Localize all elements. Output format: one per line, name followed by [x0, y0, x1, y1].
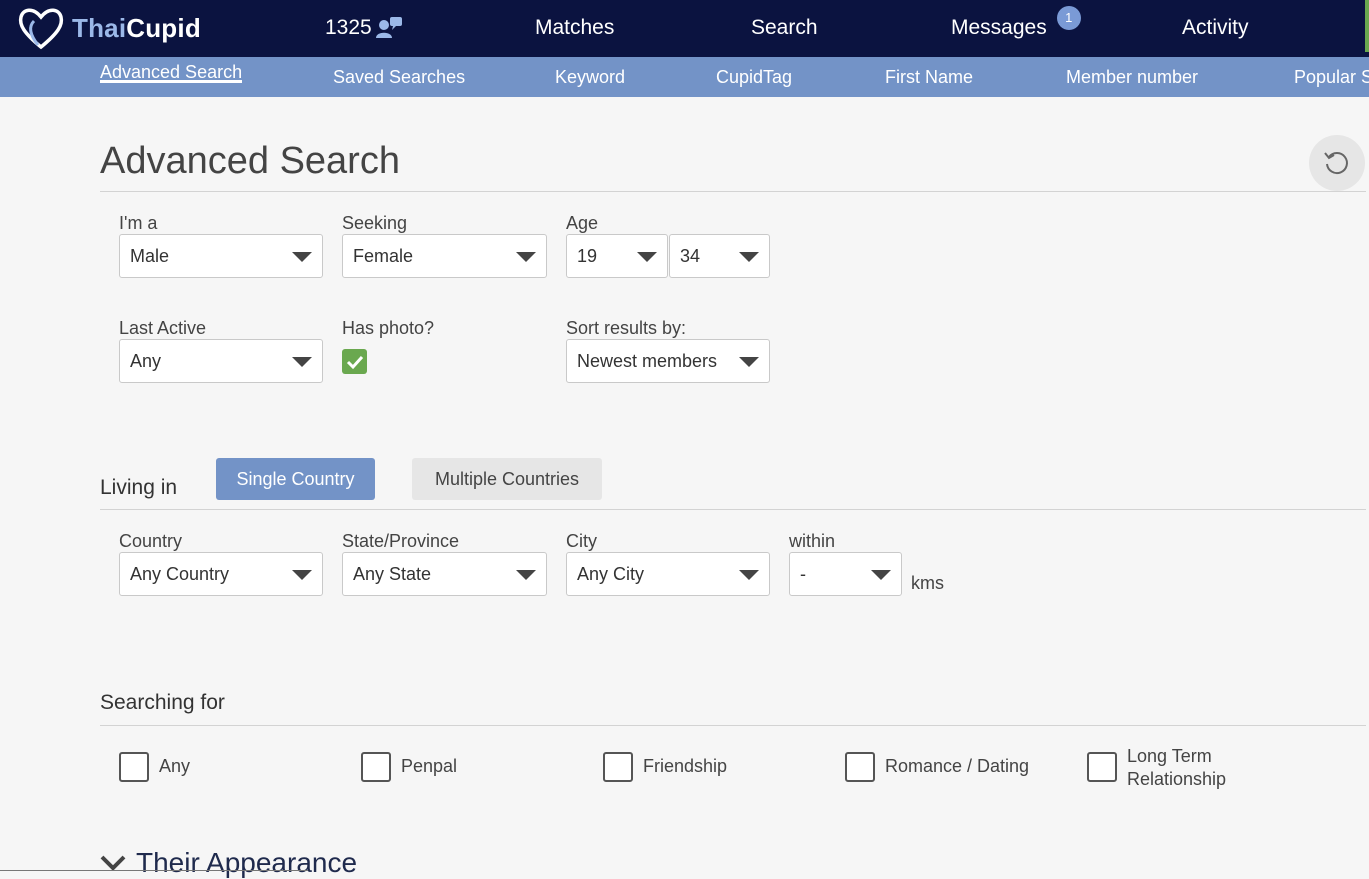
has-photo-label: Has photo? [342, 318, 435, 338]
appearance-section-toggle[interactable]: Their Appearance [100, 847, 357, 879]
option-romance-dating[interactable]: Romance / Dating [845, 752, 1029, 782]
state-select[interactable]: Any State [342, 552, 547, 596]
city-value: Any City [577, 564, 645, 584]
age-max-select[interactable]: 34 [669, 234, 770, 278]
nav-matches[interactable]: Matches [535, 14, 614, 42]
long-term-line2: Relationship [1127, 769, 1227, 789]
age-min-value: 19 [577, 246, 598, 266]
sub-navigation: Advanced Search Saved Searches Keyword C… [0, 57, 1369, 97]
nav-messages[interactable]: Messages 1 [951, 6, 1081, 42]
tab-cupidtag[interactable]: CupidTag [716, 66, 792, 88]
distance-unit: kms [911, 573, 944, 593]
caret-down-icon [516, 252, 536, 262]
state-value: Any State [353, 564, 432, 584]
age-min-select[interactable]: 19 [566, 234, 668, 278]
tab-saved-searches[interactable]: Saved Searches [333, 66, 465, 88]
caret-down-icon [739, 252, 759, 262]
caret-down-icon [739, 570, 759, 580]
sort-select[interactable]: Newest members [566, 339, 770, 383]
nav-search[interactable]: Search [751, 14, 818, 42]
seeking-value: Female [353, 246, 414, 266]
any-label: Any [159, 756, 191, 776]
has-photo-checkbox[interactable] [342, 349, 367, 374]
option-any[interactable]: Any [119, 752, 190, 782]
romance-dating-label: Romance / Dating [885, 756, 1030, 776]
tab-member-number[interactable]: Member number [1066, 66, 1198, 88]
caret-down-icon [637, 252, 657, 262]
tab-advanced-search[interactable]: Advanced Search [100, 61, 243, 83]
nav-online-count[interactable]: 1325 [325, 14, 403, 42]
nav-activity[interactable]: Activity [1182, 14, 1249, 42]
reset-icon [1324, 152, 1348, 175]
caret-down-icon [292, 570, 312, 580]
option-long-term-relationship[interactable]: Long Term Relationship [1087, 746, 1226, 791]
seeking-select[interactable]: Female [342, 234, 547, 278]
online-count: 1325 [325, 16, 372, 39]
penpal-label: Penpal [401, 756, 458, 776]
romance-dating-checkbox[interactable] [845, 752, 875, 782]
long-term-checkbox[interactable] [1087, 752, 1117, 782]
heart-logo-icon [18, 8, 64, 50]
living-divider [100, 509, 1366, 510]
multiple-countries-button[interactable]: Multiple Countries [412, 458, 602, 500]
im-a-select[interactable]: Male [119, 234, 323, 278]
caret-down-icon [739, 357, 759, 367]
country-value: Any Country [130, 564, 230, 584]
page-title: Advanced Search [100, 140, 400, 182]
green-edge [1365, 0, 1369, 52]
country-label: Country [119, 531, 183, 551]
option-penpal[interactable]: Penpal [361, 752, 457, 782]
tab-first-name[interactable]: First Name [885, 66, 973, 88]
seeking-label: Seeking [342, 213, 408, 233]
city-select[interactable]: Any City [566, 552, 770, 596]
logo[interactable]: ThaiCupid [16, 4, 201, 52]
age-label: Age [566, 213, 599, 233]
sort-label: Sort results by: [566, 318, 687, 338]
reset-button[interactable] [1309, 135, 1365, 191]
age-max-value: 34 [680, 246, 701, 266]
within-select[interactable]: - [789, 552, 902, 596]
checkmark-icon [346, 355, 363, 369]
within-label: within [789, 531, 836, 551]
state-label: State/Province [342, 531, 460, 551]
city-label: City [566, 531, 597, 551]
caret-down-icon [292, 357, 312, 367]
users-online-icon [375, 17, 402, 38]
searching-for-label: Searching for [100, 691, 225, 714]
within-value: - [800, 564, 806, 584]
any-checkbox[interactable] [119, 752, 149, 782]
nav-messages-label: Messages [951, 16, 1047, 39]
living-in-label: Living in [100, 476, 178, 499]
last-active-value: Any [130, 351, 162, 371]
penpal-checkbox[interactable] [361, 752, 391, 782]
option-friendship[interactable]: Friendship [603, 752, 727, 782]
long-term-line1: Long Term [1127, 746, 1212, 766]
bottom-line [0, 870, 308, 871]
friendship-label: Friendship [643, 756, 728, 776]
appearance-title: Their Appearance [136, 847, 358, 878]
logo-text: ThaiCupid [72, 12, 201, 43]
im-a-value: Male [130, 246, 170, 266]
last-active-select[interactable]: Any [119, 339, 323, 383]
title-divider [100, 191, 1366, 192]
friendship-checkbox[interactable] [603, 752, 633, 782]
sort-value: Newest members [577, 351, 718, 371]
last-active-label: Last Active [119, 318, 207, 338]
long-term-label: Long Term Relationship [1127, 745, 1226, 791]
country-select[interactable]: Any Country [119, 552, 323, 596]
single-country-button[interactable]: Single Country [216, 458, 375, 500]
tab-keyword[interactable]: Keyword [555, 66, 625, 88]
caret-down-icon [292, 252, 312, 262]
caret-down-icon [516, 570, 536, 580]
caret-down-icon [871, 570, 891, 580]
messages-badge: 1 [1056, 6, 1081, 30]
tab-popular-searches[interactable]: Popular S [1294, 66, 1369, 88]
im-a-label: I'm a [119, 213, 158, 233]
top-navigation: ThaiCupid 1325 Matches Search Messages 1… [0, 0, 1369, 57]
searching-divider [100, 725, 1366, 726]
